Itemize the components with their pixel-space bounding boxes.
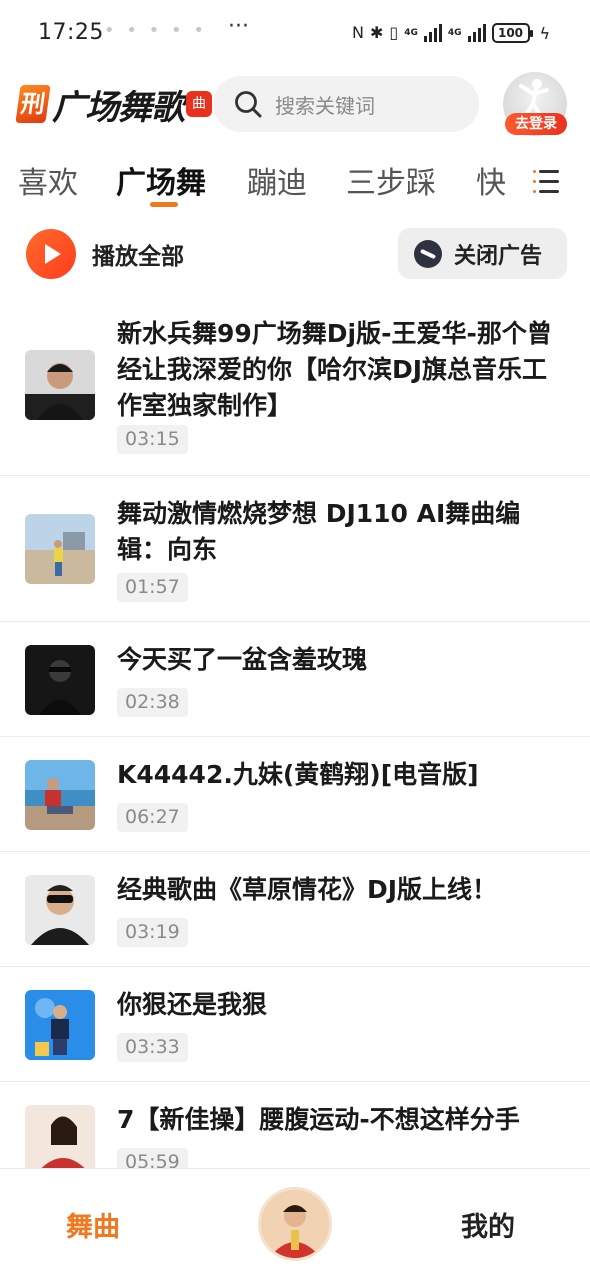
song-title: 7【新佳操】腰腹运动-不想这样分手 [117, 1105, 520, 1134]
song-title: 经典歌曲《草原情花》DJ版上线！ [117, 875, 498, 904]
signal-bars-icon-2 [467, 24, 486, 42]
song-duration: 01:57 [117, 573, 188, 602]
search-icon [233, 89, 263, 119]
status-time: 17:25 [38, 20, 104, 45]
list-item[interactable]: 7【新佳操】腰腹运动-不想这样分手 05:59 [0, 1082, 590, 1168]
song-title: 新水兵舞99广场舞Dj版-王爱华-那个曾经让我深爱的你【哈尔滨DJ旗总音乐工作室… [117, 319, 552, 420]
category-menu-icon[interactable] [533, 170, 559, 194]
bottom-navigation: 舞曲 我的 [0, 1168, 590, 1278]
logo-text: 广场舞歌 [52, 87, 185, 128]
tab-like[interactable]: 喜欢 [18, 158, 78, 202]
list-item[interactable]: K44442.九妹(黄鹤翔)[电音版] 06:27 [0, 737, 590, 852]
list-item[interactable]: 新水兵舞99广场舞Dj版-王爱华-那个曾经让我深爱的你【哈尔滨DJ旗总音乐工作室… [0, 300, 590, 476]
status-icons: N ✱ ▯ 4G 4G 100 ϟ [352, 20, 550, 46]
song-thumbnail [25, 514, 95, 584]
song-thumbnail [25, 350, 95, 420]
charging-icon: ϟ [539, 23, 551, 43]
search-bar[interactable]: 搜索关键词 [213, 76, 479, 132]
song-duration: 03:19 [117, 918, 188, 947]
category-tabs: 喜欢 广场舞 蹦迪 三步踩 快 [0, 150, 590, 212]
song-duration: 03:33 [117, 1033, 188, 1062]
nav-mine[interactable]: 我的 [461, 1205, 515, 1244]
list-item[interactable]: 经典歌曲《草原情花》DJ版上线！ 03:19 [0, 852, 590, 967]
battery-icon: 100 [491, 23, 533, 43]
logo-badge: 曲 [186, 91, 212, 117]
status-bar: 17:25 • • • • • ··· N ✱ ▯ 4G 4G 100 ϟ [0, 0, 590, 68]
play-all-button[interactable]: 播放全部 [26, 228, 184, 280]
tab-fast[interactable]: 快 [476, 158, 506, 202]
close-ad-button[interactable]: 关闭广告 [398, 228, 567, 279]
now-playing-cover [261, 1190, 329, 1258]
song-thumbnail [25, 645, 95, 715]
song-duration: 05:59 [117, 1148, 188, 1168]
play-icon [26, 229, 76, 279]
song-thumbnail [25, 1105, 95, 1168]
close-ad-label: 关闭广告 [454, 243, 543, 269]
tab-square-dance[interactable]: 广场舞 [116, 158, 206, 202]
no-ads-icon [414, 239, 442, 268]
bluetooth-icon: ✱ [369, 23, 384, 42]
status-more-icon: ··· [228, 14, 249, 39]
song-title: 舞动激情燃烧梦想 DJ110 AI舞曲编辑：向东 [117, 499, 521, 564]
signal-bars-icon-1 [423, 24, 442, 42]
list-item[interactable]: 你狠还是我狠 03:33 [0, 967, 590, 1082]
vibrate-icon: ▯ [389, 23, 399, 42]
active-tab-indicator [150, 202, 178, 207]
song-title: K44442.九妹(黄鹤翔)[电音版] [117, 760, 479, 789]
search-placeholder: 搜索关键词 [275, 93, 375, 118]
now-playing-disc[interactable] [258, 1187, 332, 1261]
nfc-icon: N [352, 23, 364, 42]
app-logo: 刑 广场舞歌 曲 [15, 82, 212, 128]
song-thumbnail [25, 760, 95, 830]
nav-dance-music[interactable]: 舞曲 [66, 1205, 120, 1244]
song-title: 今天买了一盆含羞玫瑰 [117, 645, 368, 674]
status-notification-dots: • • • • • [104, 20, 207, 41]
song-duration: 03:15 [117, 425, 188, 454]
list-item[interactable]: 舞动激情燃烧梦想 DJ110 AI舞曲编辑：向东 01:57 [0, 476, 590, 622]
tab-disco[interactable]: 蹦迪 [247, 158, 307, 202]
song-duration: 06:27 [117, 803, 188, 832]
login-badge[interactable]: 去登录 [505, 113, 567, 135]
song-title: 你狠还是我狠 [117, 990, 268, 1019]
network-4g-label-2: 4G [447, 27, 462, 38]
song-thumbnail [25, 875, 95, 945]
logo-mark: 刑 [15, 85, 51, 123]
list-item[interactable]: 今天买了一盆含羞玫瑰 02:38 [0, 622, 590, 737]
song-thumbnail [25, 990, 95, 1060]
song-list: 新水兵舞99广场舞Dj版-王爱华-那个曾经让我深爱的你【哈尔滨DJ旗总音乐工作室… [0, 300, 590, 1168]
song-duration: 02:38 [117, 688, 188, 717]
network-4g-label-1: 4G [404, 27, 418, 38]
tab-three-step[interactable]: 三步踩 [346, 158, 436, 202]
play-all-label: 播放全部 [92, 244, 184, 270]
